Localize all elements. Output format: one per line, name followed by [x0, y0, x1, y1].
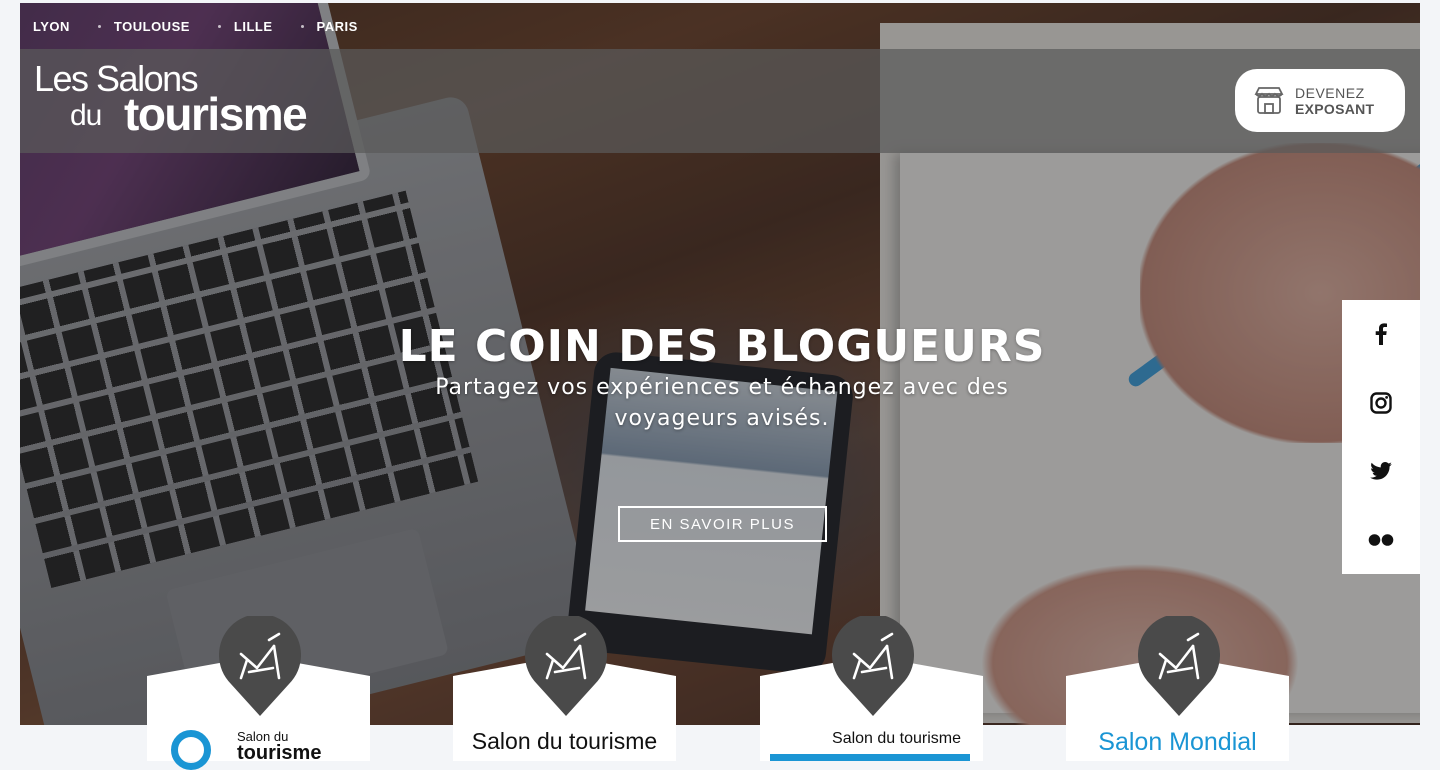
salon-card-3[interactable]: Salon du tourisme	[760, 616, 983, 761]
facebook-icon[interactable]	[1368, 321, 1394, 347]
city-link-toulouse[interactable]: TOULOUSE	[114, 19, 190, 34]
card-title: Salon Mondial	[1098, 728, 1257, 756]
flickr-icon[interactable]	[1368, 527, 1394, 553]
card-title: Salon du tourisme	[832, 730, 961, 747]
deckchair-pin-icon	[525, 616, 607, 716]
exhibitor-line2: EXPOSANT	[1295, 100, 1375, 117]
hero-title: LE COIN DES BLOGUEURS	[398, 321, 1046, 373]
site-header: Les Salons du tourisme DEVENEZ EXPOSANT	[20, 49, 1420, 153]
social-bar	[1342, 300, 1420, 574]
salon-card-2[interactable]: Salon du tourisme	[453, 616, 676, 761]
hero-subtitle: Partagez vos expériences et échangez ave…	[435, 375, 1009, 431]
deckchair-pin-icon	[219, 616, 301, 716]
card-logo-mark	[171, 730, 211, 770]
city-link-lyon[interactable]: LYON	[33, 19, 70, 34]
stand-icon	[1254, 86, 1284, 114]
city-link-lille[interactable]: LILLE	[234, 19, 273, 34]
salon-card-1[interactable]: Salon du tourisme	[147, 616, 370, 770]
salon-card-4[interactable]: Salon Mondial	[1066, 616, 1289, 761]
site-logo[interactable]: Les Salons du tourisme	[34, 61, 308, 138]
deckchair-pin-icon	[1138, 616, 1220, 716]
twitter-icon[interactable]	[1368, 458, 1394, 484]
instagram-icon[interactable]	[1368, 390, 1394, 416]
learn-more-button[interactable]: EN SAVOIR PLUS	[618, 506, 827, 542]
city-link-paris[interactable]: PARIS	[317, 19, 358, 34]
city-nav: LYON TOULOUSE LILLE PARIS	[20, 3, 1420, 49]
logo-line2: du	[70, 99, 102, 132]
exhibitor-line1: DEVENEZ	[1295, 84, 1365, 101]
deckchair-pin-icon	[832, 616, 914, 716]
become-exhibitor-button[interactable]: DEVENEZ EXPOSANT	[1235, 69, 1405, 132]
card-title: Salon du tourisme	[471, 728, 658, 754]
card-logo-mark	[770, 754, 970, 761]
logo-line3: tourisme	[124, 88, 308, 140]
